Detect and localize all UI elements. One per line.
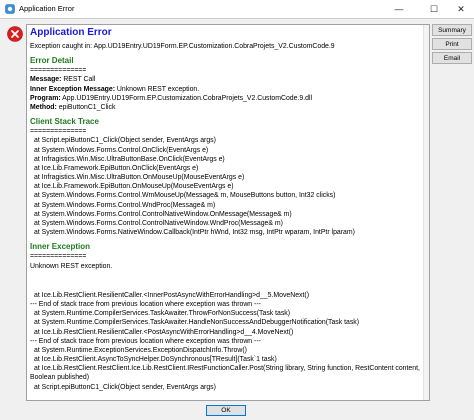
error-detail-row: Method: epiButtonC1_Click: [30, 103, 425, 112]
inner-exception-line: at Script.epiButtonC1_Click(Object sende…: [34, 383, 216, 391]
close-button[interactable]: ✕: [446, 0, 474, 18]
error-detail-value: App.UD19Entry.UD19Form.EP.Customization.…: [60, 94, 313, 102]
error-detail-row: Message: REST Call: [30, 75, 425, 84]
report-heading: Application Error: [30, 27, 112, 38]
stack-trace-line: at System.Windows.Forms.Control.OnClick(…: [34, 146, 209, 154]
vertical-scrollbar[interactable]: [423, 25, 429, 400]
error-detail-value: epiButtonC1_Click: [56, 103, 116, 111]
error-detail-value: REST Call: [61, 76, 96, 84]
title-bar[interactable]: Application Error — ☐ ✕: [0, 0, 474, 18]
email-button[interactable]: Email: [432, 52, 472, 64]
error-detail-heading: Error Detail: [30, 56, 74, 66]
inner-exception-line: at Ice.Lib.RestClient.RestClient.Ice.Lib…: [34, 365, 420, 373]
window-title: Application Error: [19, 4, 75, 13]
inner-exception-line: at Ice.Lib.RestClient.AsyncToSyncHelper.…: [34, 356, 277, 364]
dialog-body: Application Error Exception caught in: A…: [0, 18, 474, 420]
stack-trace-line: at System.Windows.Forms.Control.ControlN…: [34, 220, 283, 227]
stack-trace-line: at Ice.Lib.Framework.EpiButton.OnMouseUp…: [34, 183, 234, 191]
stack-trace-line: at Infragistics.Win.Misc.UltraButton.OnM…: [34, 174, 245, 182]
error-report-panel[interactable]: Application Error Exception caught in: A…: [26, 24, 430, 401]
inner-exception-line: --- End of stack trace from previous loc…: [30, 337, 261, 345]
print-button[interactable]: Print: [432, 38, 472, 50]
inner-exception-line: at Ice.Lib.RestClient.ResilientCaller.<P…: [34, 328, 294, 336]
inner-exception-line: at System.Runtime.CompilerServices.TaskA…: [34, 310, 291, 318]
error-detail-separator: ==============: [30, 67, 87, 75]
maximize-icon: ☐: [429, 3, 439, 14]
inner-exception-line: at System.Runtime.CompilerServices.TaskA…: [34, 319, 360, 327]
inner-exception-line: Boolean published): [30, 374, 89, 382]
error-detail-label: Method:: [30, 103, 57, 111]
ok-button[interactable]: OK: [206, 405, 246, 416]
summary-button[interactable]: Summary: [432, 24, 472, 36]
stack-trace-line: at System.Windows.Forms.Control.WndProc(…: [34, 201, 216, 209]
error-detail-value: Unknown REST exception.: [115, 85, 200, 93]
inner-exception-message: Unknown REST exception.: [30, 262, 113, 270]
inner-exception-heading: Inner Exception: [30, 242, 91, 252]
error-detail-row: Program: App.UD19Entry.UD19Form.EP.Custo…: [30, 94, 425, 103]
stack-trace-line: at Ice.Lib.Framework.EpiButton.OnClick(E…: [34, 164, 199, 172]
client-stack-trace-separator: ==============: [30, 128, 87, 136]
inner-exception-line: at Ice.Lib.RestClient.ResilientCaller.<I…: [34, 291, 309, 299]
close-icon: ✕: [457, 3, 465, 14]
maximize-button[interactable]: ☐: [419, 0, 449, 18]
error-detail-label: Message:: [30, 76, 62, 84]
stack-trace-line: at System.Windows.Forms.NativeWindow.Cal…: [34, 229, 355, 237]
error-detail-label: Inner Exception Message:: [30, 85, 116, 93]
stack-trace-line: at Infragistics.Win.Misc.UltraButtonBase…: [34, 155, 225, 163]
exception-caught-text: Exception caught in: App.UD19Entry.UD19F…: [30, 43, 335, 50]
stack-trace-line: at System.Windows.Forms.Control.ControlN…: [34, 210, 292, 218]
app-icon: [5, 4, 15, 14]
error-detail-label: Program:: [30, 94, 61, 102]
error-x-icon: [7, 26, 23, 42]
stack-trace-line: at Script.epiButtonC1_Click(Object sende…: [34, 137, 216, 145]
inner-exception-line: --- End of stack trace from previous loc…: [30, 300, 261, 308]
inner-exception-line: at System.Runtime.ExceptionServices.Exce…: [34, 346, 247, 354]
minimize-icon: —: [394, 4, 404, 14]
inner-exception-separator: ==============: [30, 253, 87, 261]
error-detail-row: Inner Exception Message: Unknown REST ex…: [30, 85, 425, 94]
stack-trace-line: at System.Windows.Forms.Control.WmMouseU…: [34, 192, 336, 200]
client-stack-trace-heading: Client Stack Trace: [30, 117, 99, 127]
minimize-button[interactable]: —: [384, 0, 414, 18]
